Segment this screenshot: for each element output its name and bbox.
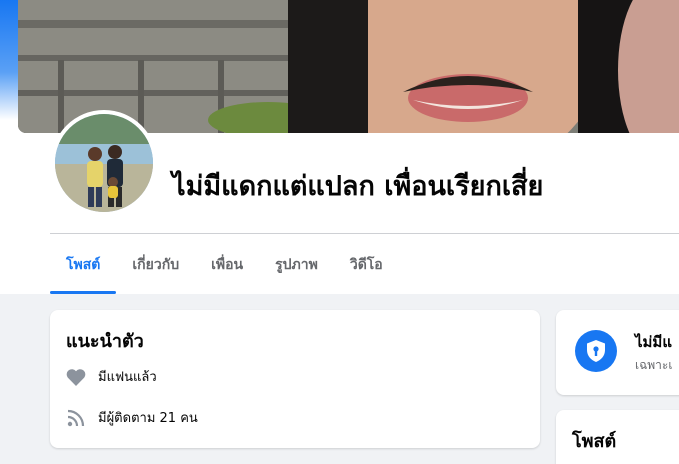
posts-title: โพสต์ (572, 431, 617, 452)
avatar-photo (55, 114, 153, 212)
profile-tabs: โพสต์ เกี่ยวกับ เพื่อน รูปภาพ วิดีโอ (50, 240, 399, 294)
profile-avatar[interactable] (51, 110, 157, 216)
followers-count[interactable]: มีผู้ติดตาม 21 คน (98, 407, 198, 428)
privacy-title: ไม่มีแ (635, 333, 672, 351)
privacy-card: ไม่มีแ เฉพาะเ (556, 310, 679, 395)
header-divider (50, 233, 679, 234)
tab-photos[interactable]: รูปภาพ (259, 240, 334, 290)
heart-icon (66, 367, 86, 387)
tab-posts[interactable]: โพสต์ (50, 240, 117, 294)
profile-name: ไม่มีแดกแต่แปลก เพื่อนเรียกเสี่ย (172, 171, 544, 202)
tab-friends[interactable]: เพื่อน (195, 240, 259, 290)
rss-icon (66, 408, 86, 428)
privacy-subtitle: เฉพาะเ (635, 358, 673, 372)
intro-card: แนะนำตัว มีแฟนแล้ว มีผู้ติดตาม 21 คน (50, 310, 540, 448)
tab-videos[interactable]: วิดีโอ (334, 240, 399, 290)
followers-row: มีผู้ติดตาม 21 คน (66, 407, 198, 428)
shield-lock-icon (575, 330, 617, 372)
relationship-row: มีแฟนแล้ว (66, 366, 157, 387)
relationship-status: มีแฟนแล้ว (98, 370, 157, 385)
tab-about[interactable]: เกี่ยวกับ (116, 240, 195, 290)
blue-gradient-strip (0, 0, 20, 120)
intro-title: แนะนำตัว (66, 331, 144, 352)
posts-card: โพสต์ (556, 410, 679, 464)
